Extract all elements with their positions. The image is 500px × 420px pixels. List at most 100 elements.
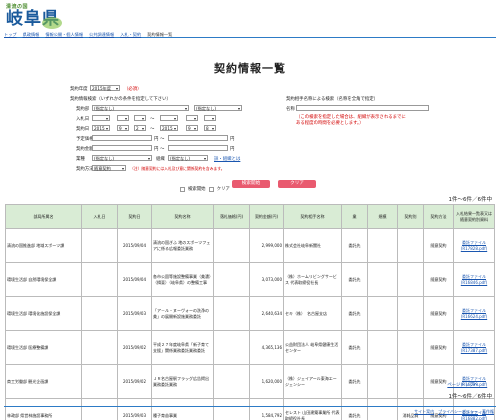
page-title: 契約情報一覧 [214,62,286,75]
amount-unit: 円 [154,147,159,152]
bid-day-to[interactable] [204,115,216,121]
method-select[interactable]: 随意契約 [92,165,126,171]
table-cell [213,364,250,399]
result-file-link[interactable]: 委託ファイル (R16624.pdf) [461,308,487,318]
table-cell [367,330,398,365]
table-cell [367,364,398,399]
table-cell: 環境生活部 自然環境保全課 [5,262,82,297]
table-cell: 2015/09/03 [117,398,152,420]
table-cell: 2,999,000 [249,228,284,263]
footer-links: サイト案内 プライバシーポリシー 著作権 [414,409,494,415]
table-cell [367,398,398,420]
bid-day-from[interactable] [134,115,146,121]
estimate-label: 予定価格 [76,137,94,142]
estimate-unit-2: 円 [230,137,235,142]
search-button[interactable]: 検索開始 [232,180,270,188]
amount-sep: ～ [160,147,165,152]
result-file-link[interactable]: 委託ファイル (R16846.pdf) [461,274,487,284]
industry-select[interactable]: (指定なし) [92,155,152,161]
table-cell [81,296,118,331]
table-cell: 環境生活部 医療整備課 [5,330,82,365]
table-cell: 林政部 県営林施設事務所 [5,398,82,420]
estimate-unit: 円 [154,137,159,142]
contract-month-to[interactable]: 9 [186,125,198,131]
bid-month-to[interactable] [186,115,198,121]
table-cell: 2015/09/04 [117,228,152,263]
table-cell [367,228,398,263]
year-select[interactable]: 2015年度 [90,85,120,91]
table-cell: 2015/09/02 [117,330,152,365]
contract-date-label: 契約日 [76,127,90,132]
table-row: 商工労働部 観光企画課 2015/09/02 ＪＲ名古屋駅フラッグ広告掲出業務委託業… [5,364,495,399]
table-cell [367,262,398,297]
col-header: 契約日 [117,204,152,229]
table-cell: 委託先 [341,364,368,399]
clear-legend-icon [208,186,214,192]
result-count-bottom: 1件～6件／6件中 [448,394,493,400]
bid-year-to[interactable] [160,115,178,121]
org-select[interactable]: (指定なし) [168,155,208,161]
table-row: 清流の国推進部 地域スポーツ課 2015/09/04 清流の国ぎふ 地のスポーツフェ… [5,228,495,263]
table-cell [213,296,250,331]
table-cell [213,398,250,420]
bid-date-label: 入札日 [76,117,90,122]
footer-link[interactable]: プライバシーポリシー [438,409,478,415]
estimate-to-input[interactable] [168,135,228,141]
table-cell: 4,365,136 [249,330,284,365]
breadcrumb-link[interactable]: 情報公開・個人情報 [45,32,83,38]
site-logo[interactable]: 清流の国 岐阜県 [6,3,62,31]
footer-divider [4,406,496,407]
breadcrumb-link[interactable]: 県政情報 [23,32,40,38]
bid-month-from[interactable] [117,115,129,121]
table-cell: 商工労働部 観光企画課 [5,364,82,399]
table-cell: セレスト 山田建築事業所 代表取締役社長 [283,398,342,420]
col-header: 規模 [367,204,398,229]
col-header: 入札日 [81,204,118,229]
table-cell: 随意契約 [423,296,454,331]
amount-from-input[interactable] [92,145,152,151]
dept-select[interactable]: (指定なし) [92,105,189,111]
pagetop-link[interactable]: ページトップへ [447,382,478,388]
col-header: 入札結果一覧表又は 随意契約別資料 [453,204,495,229]
footer-link[interactable]: 著作権 [482,409,494,415]
result-file-link[interactable]: 委託ファイル (R17828.pdf) [461,240,487,250]
table-cell: 随意契約 [423,228,454,263]
table-cell [81,364,118,399]
contract-month-from[interactable]: 9 [117,125,129,131]
year-label: 契約年度 [70,87,88,92]
bid-date-sep: ～ [150,117,155,122]
method-note: （注）随意契約には入札及び意に関係契約を含みます。 [130,166,225,171]
table-cell: 1,584,792 [249,398,284,420]
table-cell [213,228,250,263]
result-count-top: 1件～6件／6件中 [448,197,493,203]
table-cell: 種子育苗事業 [151,398,214,420]
bid-year-from[interactable] [92,115,110,121]
result-file-link[interactable]: 委託ファイル (R17387.pdf) [461,342,487,352]
table-cell [367,296,398,331]
breadcrumb-link[interactable]: トップ [4,32,17,38]
contract-year-to[interactable]: 2015 [160,125,178,131]
clear-legend-label: クリア [216,187,230,192]
col-header: 落札価格(円) [213,204,250,229]
contract-year-from[interactable]: 2015 [92,125,110,131]
amount-unit-2: 円 [230,147,235,152]
breadcrumb-link[interactable]: 公共調達情報 [89,32,114,38]
partner-name-input[interactable] [296,105,429,111]
contract-day-to[interactable]: 8 [204,125,216,131]
clear-button[interactable]: クリア [278,180,316,188]
table-row: 環境生活部 医療整備課 2015/09/02 平成２７年度岐阜県「新子育て支援」関係… [5,330,495,365]
table-cell [81,228,118,263]
contract-day-from[interactable]: 2 [134,125,146,131]
breadcrumb-link[interactable]: 入札・契約 [120,32,141,38]
table-cell: 随意契約 [423,330,454,365]
table-cell [397,330,424,365]
breadcrumb-current: 契約情報一覧 [147,31,173,37]
estimate-from-input[interactable] [92,135,152,141]
footer-link[interactable]: サイト案内 [414,409,434,415]
amount-to-input[interactable] [168,145,228,151]
table-cell: 委託先 [341,330,368,365]
org-detail-link[interactable]: 詳・組織とは [214,156,240,162]
col-header: 業 [341,204,368,229]
table-cell: 委託ファイル (R16624.pdf) [453,296,495,331]
section-select[interactable]: (指定なし) [194,105,242,111]
